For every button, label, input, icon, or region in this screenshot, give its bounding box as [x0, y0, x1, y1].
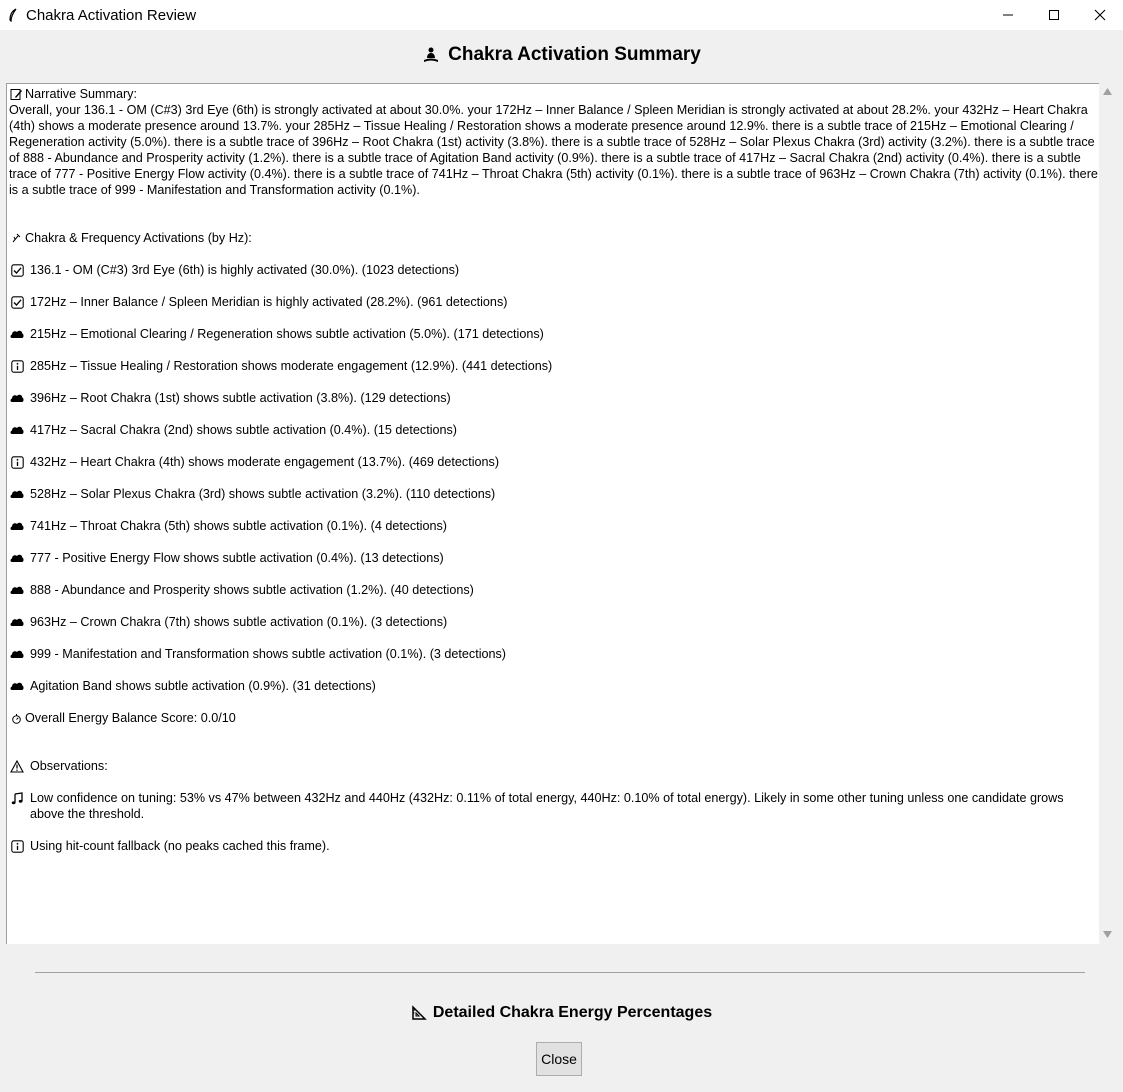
maximize-icon[interactable] — [1031, 0, 1077, 30]
activation-row: 285Hz – Tissue Healing / Restoration sho… — [9, 358, 1099, 374]
observations-list: Low confidence on tuning: 53% vs 47% bet… — [9, 790, 1099, 854]
activation-row: 999 - Manifestation and Transformation s… — [9, 646, 1099, 662]
activation-row: 215Hz – Emotional Clearing / Regeneratio… — [9, 326, 1099, 342]
info-icon — [9, 358, 25, 374]
title-bar: Chakra Activation Review — [0, 0, 1123, 30]
observation-row-text: Low confidence on tuning: 53% vs 47% bet… — [30, 791, 1064, 821]
info-icon — [9, 454, 25, 470]
activation-row: 396Hz – Root Chakra (1st) shows subtle a… — [9, 390, 1099, 406]
window-controls — [985, 0, 1123, 30]
cloud-icon — [9, 646, 25, 662]
info-icon — [9, 838, 25, 854]
cloud-icon — [9, 326, 25, 342]
activation-row-text: 136.1 - OM (C#3) 3rd Eye (6th) is highly… — [30, 263, 460, 277]
close-icon[interactable] — [1077, 0, 1123, 30]
checkbox-checked-icon — [9, 262, 25, 278]
cloud-icon — [9, 422, 25, 438]
scroll-down-icon[interactable] — [1103, 930, 1112, 939]
close-button[interactable]: Close — [536, 1042, 582, 1076]
activation-row: 528Hz – Solar Plexus Chakra (3rd) shows … — [9, 486, 1099, 502]
activation-row-text: 963Hz – Crown Chakra (7th) shows subtle … — [30, 615, 448, 629]
activation-row-text: 215Hz – Emotional Clearing / Regeneratio… — [30, 327, 544, 341]
activation-row: 136.1 - OM (C#3) 3rd Eye (6th) is highly… — [9, 262, 1099, 278]
memo-icon — [9, 86, 23, 102]
triangle-ruler-icon — [411, 1005, 427, 1021]
meditation-icon — [422, 46, 440, 64]
details-header: Detailed Chakra Energy Percentages — [0, 1001, 1123, 1025]
activation-row: 777 - Positive Energy Flow shows subtle … — [9, 550, 1099, 566]
activation-row-text: 417Hz – Sacral Chakra (2nd) shows subtle… — [30, 423, 457, 437]
observation-row-text: Using hit-count fallback (no peaks cache… — [30, 839, 330, 853]
stopwatch-icon — [9, 710, 23, 726]
activation-row-text: 285Hz – Tissue Healing / Restoration sho… — [30, 359, 553, 373]
activations-heading-row: Chakra & Frequency Activations (by Hz): — [9, 230, 1099, 246]
narrative-heading-row: Narrative Summary: — [9, 86, 1099, 102]
observations-heading: Observations: — [30, 759, 108, 773]
summary-header: Chakra Activation Summary — [0, 40, 1123, 70]
activations-list: 136.1 - OM (C#3) 3rd Eye (6th) is highly… — [9, 246, 1099, 694]
activation-row: 741Hz – Throat Chakra (5th) shows subtle… — [9, 518, 1099, 534]
activation-row: 963Hz – Crown Chakra (7th) shows subtle … — [9, 614, 1099, 630]
activation-row-text: 777 - Positive Energy Flow shows subtle … — [30, 551, 444, 565]
minimize-icon[interactable] — [985, 0, 1031, 30]
activation-row: Agitation Band shows subtle activation (… — [9, 678, 1099, 694]
activation-row-text: 172Hz – Inner Balance / Spleen Meridian … — [30, 295, 508, 309]
music-note-icon — [9, 790, 25, 806]
activation-row-text: 741Hz – Throat Chakra (5th) shows subtle… — [30, 519, 447, 533]
activation-row-text: 528Hz – Solar Plexus Chakra (3rd) shows … — [30, 487, 496, 501]
observation-row: Low confidence on tuning: 53% vs 47% bet… — [9, 790, 1099, 822]
activation-row: 888 - Abundance and Prosperity shows sub… — [9, 582, 1099, 598]
cloud-icon — [9, 486, 25, 502]
balance-row: Overall Energy Balance Score: 0.0/10 — [9, 710, 1099, 726]
window-title: Chakra Activation Review — [26, 6, 197, 24]
summary-text-area[interactable]: Narrative Summary: Overall, your 136.1 -… — [6, 83, 1100, 944]
cloud-icon — [9, 678, 25, 694]
activation-row-text: 888 - Abundance and Prosperity shows sub… — [30, 583, 474, 597]
cloud-icon — [9, 614, 25, 630]
cloud-icon — [9, 582, 25, 598]
observation-row: Using hit-count fallback (no peaks cache… — [9, 838, 1099, 854]
scroll-up-icon[interactable] — [1103, 87, 1112, 96]
separator — [35, 972, 1085, 973]
activation-row-text: 432Hz – Heart Chakra (4th) shows moderat… — [30, 455, 500, 469]
warning-icon — [9, 758, 25, 774]
sparkle-icon — [9, 230, 23, 246]
cloud-icon — [9, 550, 25, 566]
summary-content: Narrative Summary: Overall, your 136.1 -… — [9, 86, 1099, 854]
narrative-text: Overall, your 136.1 - OM (C#3) 3rd Eye (… — [9, 103, 1098, 197]
vertical-scrollbar[interactable] — [1099, 83, 1116, 943]
balance-score: Overall Energy Balance Score: 0.0/10 — [25, 711, 236, 725]
details-title: Detailed Chakra Energy Percentages — [432, 1004, 713, 1021]
cloud-icon — [9, 518, 25, 534]
narrative-heading: Narrative Summary: — [25, 87, 137, 101]
activation-row-text: Agitation Band shows subtle activation (… — [30, 679, 376, 693]
activations-heading: Chakra & Frequency Activations (by Hz): — [25, 231, 252, 245]
observations-heading-row: Observations: — [9, 758, 1099, 774]
activation-row-text: 999 - Manifestation and Transformation s… — [30, 647, 507, 661]
checkbox-checked-icon — [9, 294, 25, 310]
activation-row-text: 396Hz – Root Chakra (1st) shows subtle a… — [30, 391, 451, 405]
activation-row: 432Hz – Heart Chakra (4th) shows moderat… — [9, 454, 1099, 470]
activation-row: 417Hz – Sacral Chakra (2nd) shows subtle… — [9, 422, 1099, 438]
page-title: Chakra Activation Summary — [448, 44, 701, 65]
cloud-icon — [9, 390, 25, 406]
feather-icon — [6, 8, 20, 22]
activation-row: 172Hz – Inner Balance / Spleen Meridian … — [9, 294, 1099, 310]
